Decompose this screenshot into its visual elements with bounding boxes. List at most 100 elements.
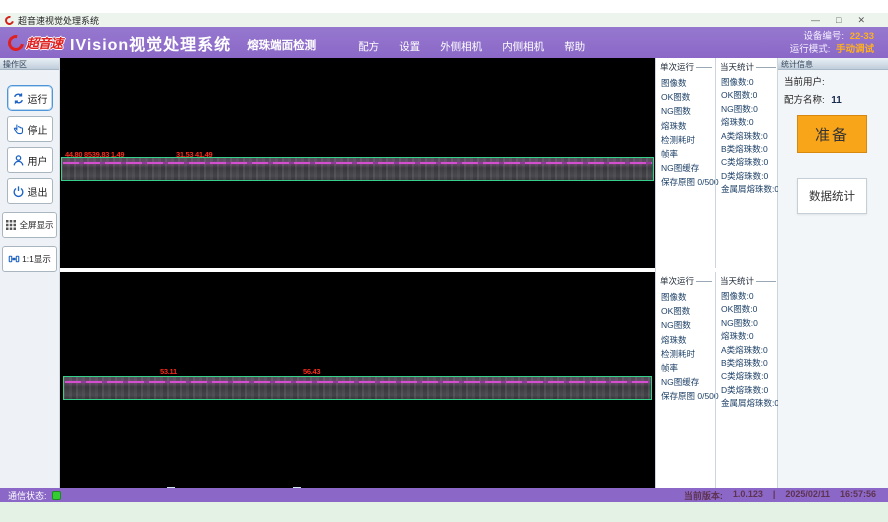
single-run-list: 图像数OK图数NG图数熔珠数检测耗时帧率NG图缓存保存原图 0/500 bbox=[660, 76, 712, 190]
user-icon bbox=[12, 154, 25, 167]
device-number-value: 22-33 bbox=[850, 31, 874, 42]
comm-status-led bbox=[52, 491, 61, 500]
stat-row: 金属屑熔珠数:0 bbox=[720, 183, 776, 196]
today-stats-title: 当天统计 bbox=[720, 275, 776, 287]
stat-row: OK图数:0 bbox=[720, 89, 776, 102]
hand-stop-icon bbox=[12, 123, 25, 136]
weld-strip-image bbox=[63, 376, 652, 400]
app-title: IVision视觉处理系统 bbox=[70, 31, 231, 55]
stat-row: NG图数:0 bbox=[720, 317, 776, 330]
exit-button-label: 退出 bbox=[28, 184, 48, 199]
one-to-one-button[interactable]: 1:1显示 bbox=[2, 246, 57, 272]
measurement-annotation: 56.43 bbox=[303, 367, 320, 376]
app-subtitle: 熔珠端面检测 bbox=[247, 37, 316, 53]
recipe-name-label: 配方名称: bbox=[784, 95, 825, 106]
exit-button[interactable]: 退出 bbox=[7, 178, 53, 204]
desktop-background bbox=[0, 502, 888, 522]
status-separator: | bbox=[773, 489, 776, 502]
stats-group-inner: 单次运行 图像数OK图数NG图数熔珠数检测耗时帧率NG图缓存保存原图 0/500… bbox=[656, 272, 777, 488]
stat-row: 熔珠数 bbox=[660, 119, 712, 133]
stop-button-label: 停止 bbox=[28, 122, 48, 137]
version-label: 当前版本: bbox=[684, 489, 723, 502]
stat-row: 保存原图 0/500 bbox=[660, 389, 712, 403]
user-button[interactable]: 用户 bbox=[7, 147, 53, 173]
operation-panel-title: 操作区 bbox=[0, 58, 59, 70]
status-time: 16:57:56 bbox=[840, 489, 876, 502]
menu-item[interactable]: 帮助 bbox=[564, 39, 585, 54]
stat-row: NG图数 bbox=[660, 318, 712, 332]
brand-logo-text: 超音速 bbox=[26, 33, 62, 52]
user-button-label: 用户 bbox=[28, 153, 48, 168]
single-run-title: 单次运行 bbox=[660, 275, 712, 287]
main-menu: 配方 设置 外侧相机 内侧相机 帮助 bbox=[358, 39, 585, 54]
operation-panel: 操作区 运行 停止 bbox=[0, 58, 60, 488]
power-icon bbox=[12, 185, 25, 198]
single-run-column: 单次运行 图像数OK图数NG图数熔珠数检测耗时帧率NG图缓存保存原图 0/500 bbox=[656, 58, 715, 268]
run-mode-value: 手动调试 bbox=[836, 44, 874, 55]
current-user-row: 当前用户: bbox=[778, 70, 888, 88]
stat-row: A类熔珠数:0 bbox=[720, 130, 776, 143]
stat-row: NG图数:0 bbox=[720, 103, 776, 116]
stat-row: 图像数 bbox=[660, 290, 712, 304]
roi-rectangle bbox=[63, 376, 652, 400]
menu-item[interactable]: 外侧相机 bbox=[440, 39, 482, 54]
stat-row: 熔珠数:0 bbox=[720, 116, 776, 129]
stat-row: NG图数 bbox=[660, 104, 712, 118]
stat-row: 图像数:0 bbox=[720, 290, 776, 303]
stat-row: D类熔珠数:0 bbox=[720, 384, 776, 397]
run-mode-row: 运行模式: 手动调试 bbox=[790, 43, 874, 56]
menu-item[interactable]: 设置 bbox=[399, 39, 420, 54]
stop-button[interactable]: 停止 bbox=[7, 116, 53, 142]
run-button[interactable]: 运行 bbox=[7, 85, 53, 111]
fullscreen-button[interactable]: 全屏显示 bbox=[2, 212, 57, 238]
stat-row: 图像数:0 bbox=[720, 76, 776, 89]
sync-icon bbox=[12, 92, 25, 105]
measurement-annotation: 53.11 bbox=[160, 367, 177, 376]
ready-button[interactable]: 准备 bbox=[797, 115, 867, 153]
fullscreen-grid-icon bbox=[5, 219, 17, 231]
app-logo-icon bbox=[5, 16, 14, 25]
camera-view-outer[interactable]: 44.80 8539.83 1.49 31.53 41.49 bbox=[60, 58, 655, 268]
menu-item[interactable]: 内侧相机 bbox=[502, 39, 544, 54]
close-button[interactable]: ✕ bbox=[857, 13, 865, 27]
window-controls: — □ ✕ bbox=[811, 13, 883, 27]
data-statistics-button[interactable]: 数据统计 bbox=[797, 178, 867, 214]
stat-row: A类熔珠数:0 bbox=[720, 344, 776, 357]
stat-row: 图像数 bbox=[660, 76, 712, 90]
stat-row: 保存原图 0/500 bbox=[660, 175, 712, 189]
maximize-button[interactable]: □ bbox=[836, 13, 841, 27]
run-button-label: 运行 bbox=[28, 91, 48, 106]
stat-row: 检测耗时 bbox=[660, 347, 712, 361]
stat-row: OK图数:0 bbox=[720, 303, 776, 316]
stat-row: OK图数 bbox=[660, 304, 712, 318]
recipe-name-row: 配方名称: 11 bbox=[778, 88, 888, 106]
stat-row: C类熔珠数:0 bbox=[720, 370, 776, 383]
roi-rectangle bbox=[61, 157, 654, 181]
today-stats-column: 当天统计 图像数:0OK图数:0NG图数:0熔珠数:0A类熔珠数:0B类熔珠数:… bbox=[715, 58, 779, 268]
stats-group-outer: 单次运行 图像数OK图数NG图数熔珠数检测耗时帧率NG图缓存保存原图 0/500… bbox=[656, 58, 777, 268]
device-number-label: 设备编号: bbox=[803, 31, 844, 42]
titlebar: 超音速视觉处理系统 — □ ✕ bbox=[0, 13, 888, 27]
single-run-column: 单次运行 图像数OK图数NG图数熔珠数检测耗时帧率NG图缓存保存原图 0/500 bbox=[656, 272, 715, 488]
window-title: 超音速视觉处理系统 bbox=[18, 14, 99, 27]
stat-row: NG图缓存 bbox=[660, 375, 712, 389]
main-area: 操作区 运行 停止 bbox=[0, 58, 888, 488]
menu-item[interactable]: 配方 bbox=[358, 39, 379, 54]
weld-strip-image bbox=[61, 157, 654, 181]
today-stats-list: 图像数:0OK图数:0NG图数:0熔珠数:0A类熔珠数:0B类熔珠数:0C类熔珠… bbox=[720, 76, 776, 197]
single-run-title: 单次运行 bbox=[660, 61, 712, 73]
current-user-label: 当前用户: bbox=[784, 77, 825, 88]
app-window: 超音速视觉处理系统 — □ ✕ 超音速 IVision视觉处理系统 熔珠端面检测… bbox=[0, 0, 888, 522]
stat-row: 帧率 bbox=[660, 147, 712, 161]
one-to-one-icon bbox=[8, 253, 20, 265]
today-stats-column: 当天统计 图像数:0OK图数:0NG图数:0熔珠数:0A类熔珠数:0B类熔珠数:… bbox=[715, 272, 779, 488]
status-date: 2025/02/11 bbox=[785, 489, 830, 502]
camera-view-inner[interactable]: 53.11 56.43 bbox=[60, 272, 655, 488]
today-stats-title: 当天统计 bbox=[720, 61, 776, 73]
single-run-list: 图像数OK图数NG图数熔珠数检测耗时帧率NG图缓存保存原图 0/500 bbox=[660, 290, 712, 404]
stat-row: 帧率 bbox=[660, 361, 712, 375]
minimize-button[interactable]: — bbox=[811, 13, 820, 27]
statistics-area: 单次运行 图像数OK图数NG图数熔珠数检测耗时帧率NG图缓存保存原图 0/500… bbox=[655, 58, 778, 488]
header-device-info: 设备编号: 22-33 运行模式: 手动调试 bbox=[790, 30, 880, 56]
one-to-one-button-label: 1:1显示 bbox=[22, 253, 51, 265]
